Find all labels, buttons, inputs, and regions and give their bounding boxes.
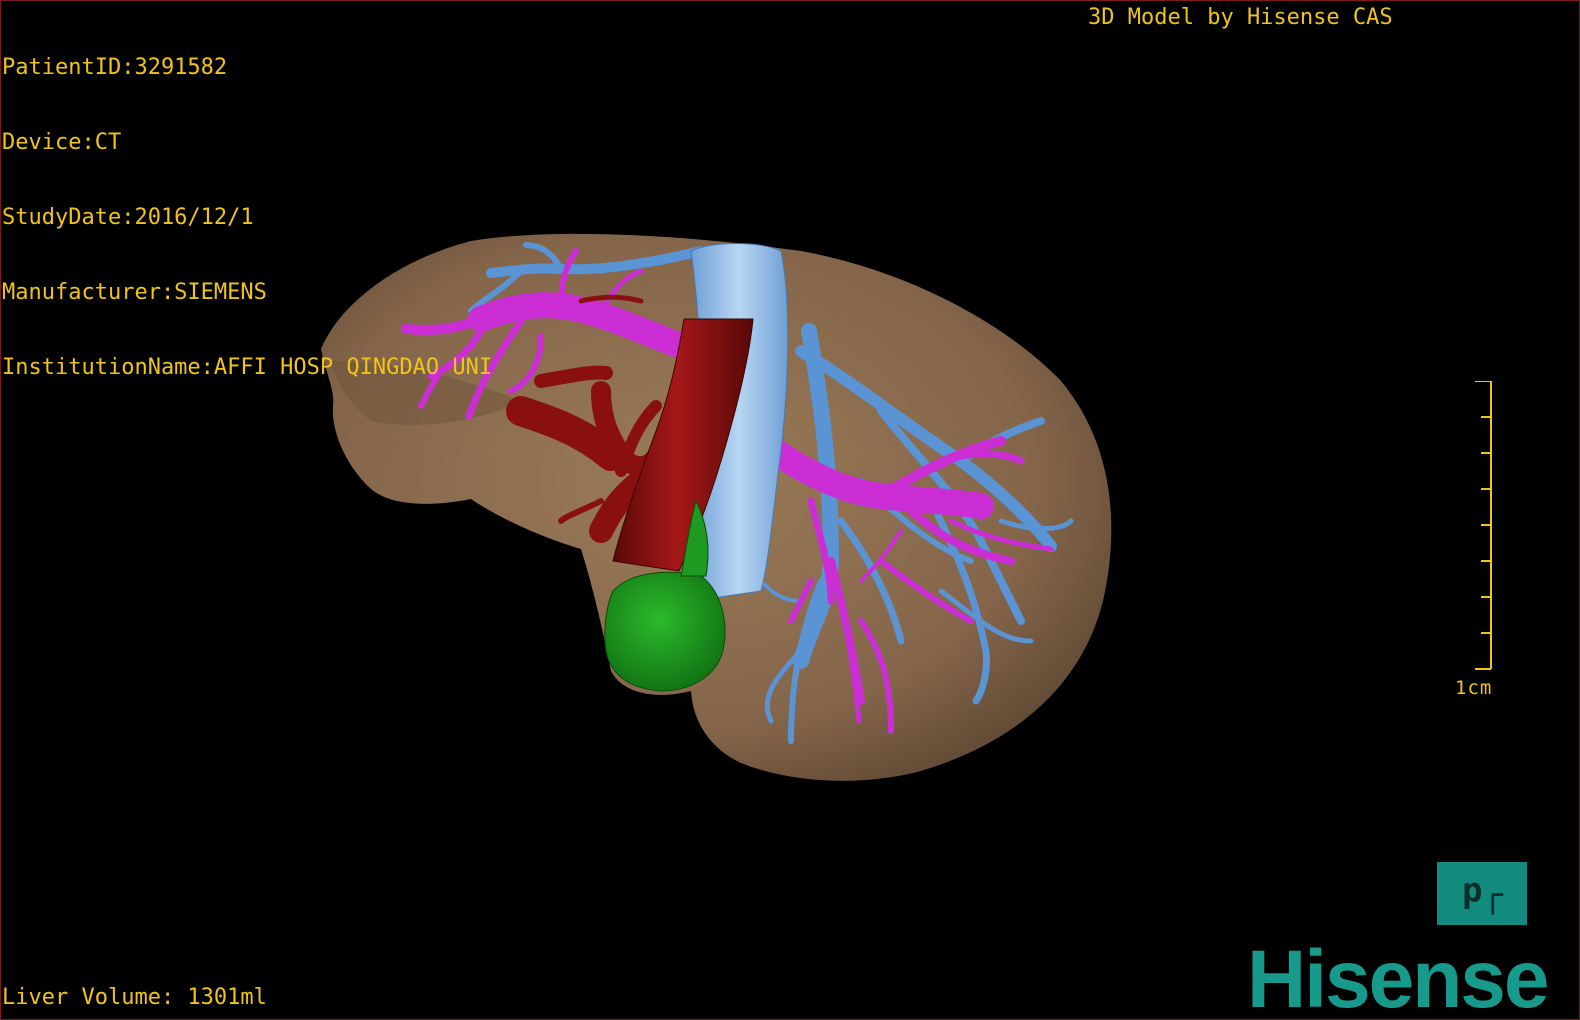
model-credit-label: 3D Model by Hisense CAS [1088, 5, 1393, 30]
dicom-info-block: PatientID:3291582 Device:CT StudyDate:20… [2, 5, 492, 430]
scale-label: 1cm [1455, 677, 1493, 699]
orientation-label: ┘d [1461, 873, 1503, 914]
manufacturer-label: Manufacturer:SIEMENS [2, 280, 267, 305]
patient-id-label: PatientID:3291582 [2, 55, 228, 80]
device-label: Device:CT [2, 130, 122, 155]
tumor-mass [604, 571, 726, 692]
hisense-logo: Hisense [1247, 934, 1550, 1020]
liver-volume-label: Liver Volume: 1301ml [2, 985, 267, 1010]
render-viewport[interactable]: PatientID:3291582 Device:CT StudyDate:20… [0, 0, 1580, 1020]
orientation-cube-icon[interactable]: ┘d [1437, 862, 1527, 925]
ruler-icon [1475, 381, 1492, 670]
institution-label: InstitutionName:AFFI HOSP QINGDAO UNI [2, 355, 493, 380]
study-date-label: StudyDate:2016/12/1 [2, 205, 254, 230]
